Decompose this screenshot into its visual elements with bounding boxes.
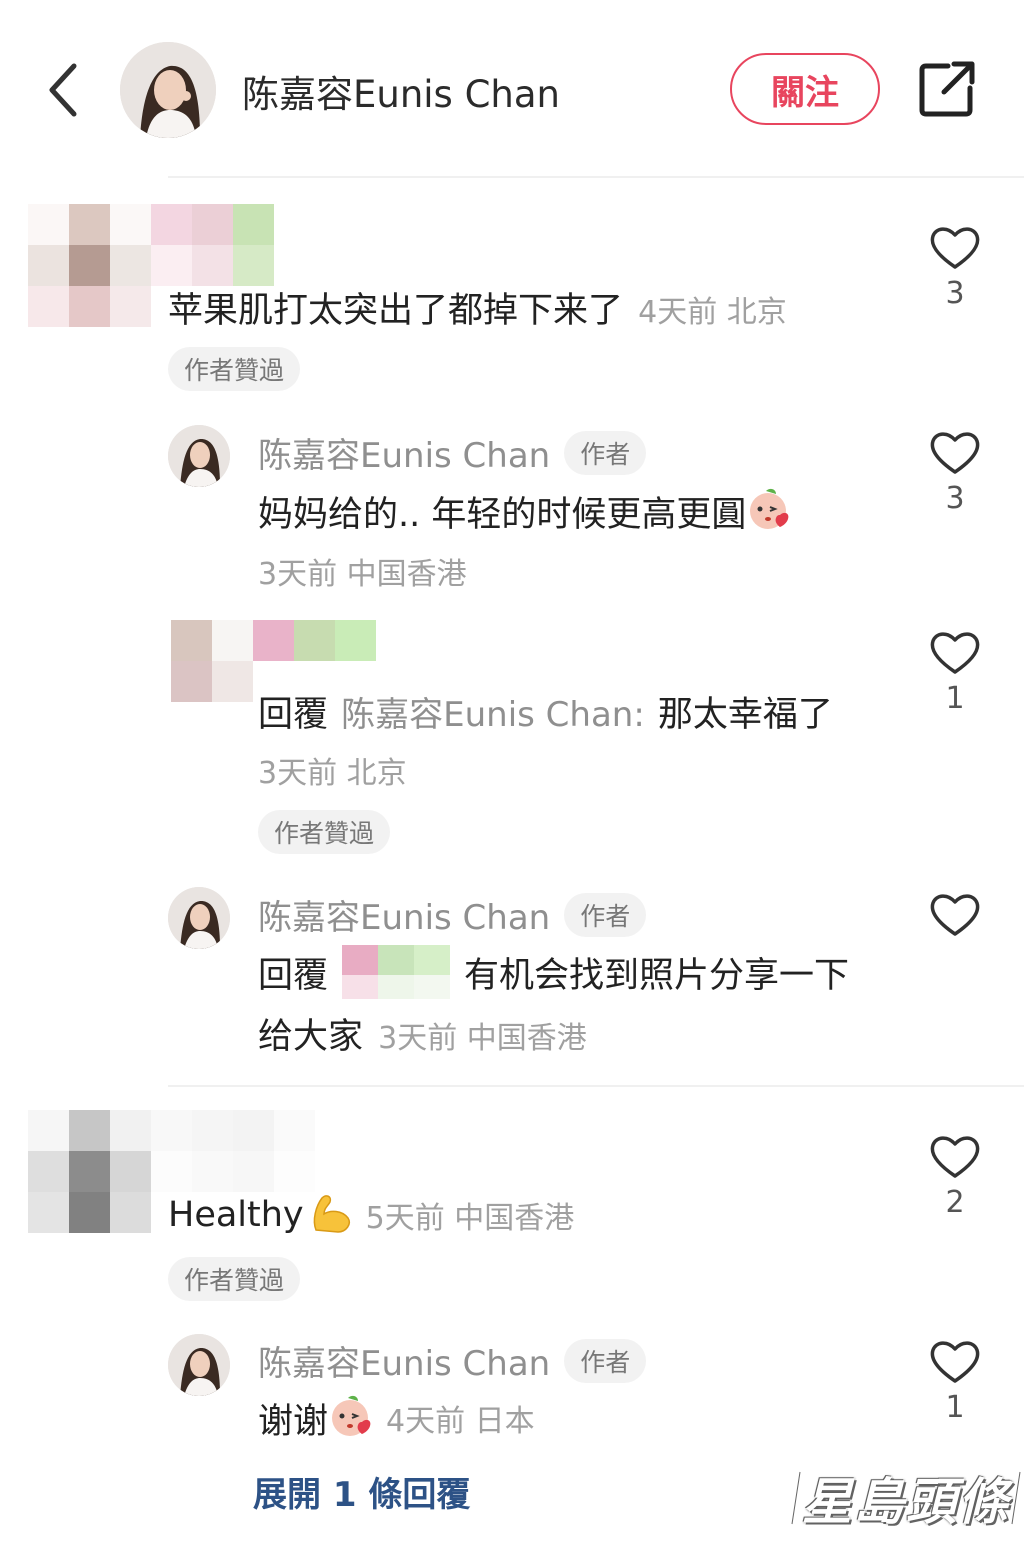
commenter-avatar-pixelated[interactable] [28, 204, 151, 327]
reply-to-name[interactable]: 陈嘉容Eunis Chan: [341, 695, 645, 735]
reply-to-name-pixelated [342, 945, 451, 999]
reply-text: 妈妈给的.. 年轻的时候更高更圓 [258, 485, 794, 537]
like-count: 3 [945, 481, 965, 516]
expand-replies-button[interactable]: 展開 1 條回覆 [253, 1467, 470, 1516]
reply-meta: 3天前 北京 [258, 756, 407, 791]
avatar-image [168, 425, 230, 487]
like-count: 2 [945, 1185, 965, 1220]
author-name[interactable]: 陈嘉容Eunis Chan [258, 1336, 550, 1385]
like-count: 1 [945, 1390, 965, 1425]
author-avatar[interactable] [168, 425, 230, 487]
follow-button[interactable]: 關注 [730, 53, 880, 125]
like-count: 3 [945, 276, 965, 311]
reply-header: 陈嘉容Eunis Chan 作者 [258, 1336, 647, 1385]
like-button[interactable]: 3 [925, 427, 985, 527]
reply-text-line2: 给大家 3天前 中国香港 [258, 1017, 587, 1057]
reply-text: 谢谢 4天前 日本 [258, 1392, 535, 1444]
heart-icon [930, 432, 980, 474]
watermark-text: 星島頭條 [802, 1473, 1010, 1531]
profile-avatar[interactable] [120, 42, 216, 138]
comment-meta: 4天前 北京 [638, 295, 787, 330]
heart-icon [930, 1136, 980, 1178]
author-avatar[interactable] [168, 1334, 230, 1396]
header-divider [168, 176, 1024, 178]
avatar-image [168, 1334, 230, 1396]
like-button[interactable]: 1 [925, 1336, 985, 1436]
replier-name-pixelated [253, 620, 376, 661]
author-name[interactable]: 陈嘉容Eunis Chan [258, 890, 550, 939]
back-button[interactable] [40, 58, 90, 122]
commenter-avatar-pixelated[interactable] [28, 1110, 151, 1233]
share-button[interactable] [918, 60, 976, 118]
author-liked-badge: 作者贊過 [168, 1257, 301, 1301]
heart-icon [930, 632, 980, 674]
heart-icon [930, 1341, 980, 1383]
author-liked-badge: 作者贊過 [168, 347, 301, 391]
watermark-logo: 星島頭條 [788, 1462, 1024, 1534]
blush-face-emoji-icon [328, 1392, 376, 1444]
commenter-name-pixelated [151, 204, 274, 286]
like-button[interactable]: 3 [925, 222, 985, 322]
flexed-biceps-emoji-icon [308, 1190, 354, 1240]
comment-meta: 5天前 中国香港 [365, 1201, 575, 1236]
chevron-left-icon [49, 63, 77, 117]
author-tag: 作者 [564, 1338, 647, 1383]
replier-avatar-pixelated[interactable] [171, 620, 253, 702]
like-button[interactable]: 2 [925, 1131, 985, 1231]
reply-meta: 3天前 中国香港 [258, 557, 467, 592]
author-tag: 作者 [564, 892, 647, 937]
author-avatar[interactable] [168, 887, 230, 949]
watermark-bracket-right-icon [1010, 1471, 1023, 1525]
like-count: 1 [945, 681, 965, 716]
comment-divider [168, 1085, 1024, 1087]
author-liked-badge: 作者贊過 [258, 810, 391, 854]
watermark-bracket-left-icon [789, 1471, 802, 1525]
reply-header: 陈嘉容Eunis Chan 作者 [258, 428, 647, 477]
like-button[interactable]: 1 [925, 627, 985, 727]
commenter-name-pixelated [151, 1110, 315, 1192]
reply-meta: 3天前 中国香港 [378, 1021, 587, 1056]
avatar-image [168, 887, 230, 949]
avatar-image [120, 42, 216, 138]
blush-face-emoji-icon [746, 485, 794, 537]
reply-text-line1: 回覆 有机会找到照片分享一下 [258, 945, 849, 999]
comment-text: Healthy 5天前 中国香港 [168, 1190, 574, 1240]
heart-icon [930, 894, 980, 936]
like-button[interactable] [925, 889, 985, 939]
author-name[interactable]: 陈嘉容Eunis Chan [258, 428, 550, 477]
reply-meta: 4天前 日本 [386, 1404, 535, 1439]
comment-text: 苹果肌打太突出了都掉下来了 4天前 北京 [168, 291, 787, 331]
reply-text: 回覆 陈嘉容Eunis Chan: 那太幸福了 [258, 695, 833, 735]
author-tag: 作者 [564, 430, 647, 475]
heart-icon [930, 227, 980, 269]
page-title: 陈嘉容Eunis Chan [242, 73, 561, 116]
reply-header: 陈嘉容Eunis Chan 作者 [258, 890, 647, 939]
share-icon [919, 61, 975, 117]
